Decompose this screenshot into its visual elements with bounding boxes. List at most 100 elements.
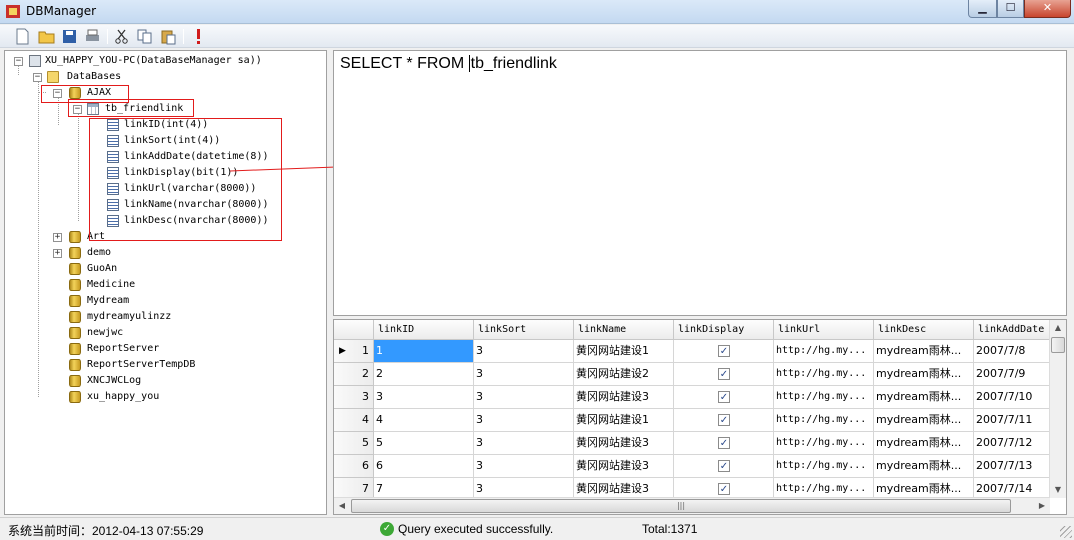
cell-linkDesc[interactable]: mydream雨林... [874,363,974,386]
scroll-down-button[interactable]: ▼ [1050,482,1066,498]
cell-linkDisplay[interactable]: ✓ [674,455,774,478]
tree-db-node[interactable]: xu_happy_you [53,389,203,405]
display-checkbox[interactable]: ✓ [718,391,730,403]
tree-db-node[interactable]: newjwc [53,325,203,341]
cell-linkID[interactable]: 2 [374,363,474,386]
copy-icon[interactable] [136,28,153,45]
row-header[interactable]: 4 [334,409,374,432]
query-editor[interactable]: SELECT * FROM tb_friendlink [333,50,1067,316]
scroll-left-button[interactable]: ◀ [334,498,350,514]
database-tree[interactable]: − XU_HAPPY_YOU-PC(DataBaseManager sa)) −… [4,50,327,515]
cell-linkID[interactable]: 3 [374,386,474,409]
cell-linkAddDate[interactable]: 2007/7/8 [974,340,1050,363]
cell-linkAddDate[interactable]: 2007/7/9 [974,363,1050,386]
cell-linkName[interactable]: 黄冈网站建设3 [574,432,674,455]
display-checkbox[interactable]: ✓ [718,460,730,472]
cell-linkUrl[interactable]: http://hg.my... [774,340,874,363]
display-checkbox[interactable]: ✓ [718,414,730,426]
execute-icon[interactable] [190,28,207,45]
cell-linkSort[interactable]: 3 [474,409,574,432]
cell-linkUrl[interactable]: http://hg.my... [774,409,874,432]
tree-db-node[interactable]: Mydream [53,293,203,309]
column-header[interactable]: linkUrl [774,320,874,340]
cell-linkName[interactable]: 黄冈网站建设3 [574,455,674,478]
cell-linkID[interactable]: 6 [374,455,474,478]
cell-linkDisplay[interactable]: ✓ [674,409,774,432]
row-header[interactable]: 3 [334,386,374,409]
tree-databases-folder[interactable]: − DataBases [33,69,233,85]
collapse-toggle[interactable]: − [14,57,23,66]
column-header[interactable]: linkID [374,320,474,340]
paste-icon[interactable] [160,28,177,45]
tree-db-node[interactable]: ReportServer [53,341,203,357]
display-checkbox[interactable]: ✓ [718,368,730,380]
results-grid[interactable]: linkID linkSort linkName linkDisplay lin… [333,319,1067,515]
row-header[interactable]: ▶ 1 [334,340,374,363]
scroll-right-button[interactable]: ▶ [1034,498,1050,514]
print-icon[interactable] [84,28,101,45]
new-icon[interactable] [14,28,31,45]
display-checkbox[interactable]: ✓ [718,483,730,495]
cell-linkAddDate[interactable]: 2007/7/12 [974,432,1050,455]
cell-linkDesc[interactable]: mydream雨林... [874,409,974,432]
column-header[interactable]: linkAddDate [974,320,1050,340]
row-header[interactable]: 5 [334,432,374,455]
close-button[interactable]: ✕ [1024,0,1071,18]
cut-icon[interactable] [113,28,130,45]
cell-linkAddDate[interactable]: 2007/7/13 [974,455,1050,478]
cell-linkSort[interactable]: 3 [474,432,574,455]
cell-linkDisplay[interactable]: ✓ [674,340,774,363]
cell-linkUrl[interactable]: http://hg.my... [774,455,874,478]
column-header[interactable]: linkDisplay [674,320,774,340]
cell-linkUrl[interactable]: http://hg.my... [774,363,874,386]
cell-linkUrl[interactable]: http://hg.my... [774,386,874,409]
column-header[interactable]: linkSort [474,320,574,340]
cell-linkName[interactable]: 黄冈网站建设2 [574,363,674,386]
tree-server-node[interactable]: − XU_HAPPY_YOU-PC(DataBaseManager sa)) [13,53,323,69]
cell-linkDisplay[interactable]: ✓ [674,363,774,386]
cell-linkID[interactable]: 1 [374,340,474,363]
open-icon[interactable] [38,28,55,45]
vertical-scrollbar[interactable]: ▲ ▼ [1049,320,1066,498]
cell-linkDesc[interactable]: mydream雨林... [874,455,974,478]
row-header[interactable]: 6 [334,455,374,478]
display-checkbox[interactable]: ✓ [718,437,730,449]
cell-linkDesc[interactable]: mydream雨林... [874,432,974,455]
tree-db-node[interactable]: XNCJWCLog [53,373,203,389]
cell-linkUrl[interactable]: http://hg.my... [774,432,874,455]
cell-linkDisplay[interactable]: ✓ [674,432,774,455]
cell-linkName[interactable]: 黄冈网站建设1 [574,409,674,432]
cell-linkDisplay[interactable]: ✓ [674,386,774,409]
column-header[interactable]: linkName [574,320,674,340]
column-header[interactable]: linkDesc [874,320,974,340]
cell-linkName[interactable]: 黄冈网站建设3 [574,386,674,409]
maximize-button[interactable]: ☐ [997,0,1024,18]
expand-toggle[interactable]: + [53,233,62,242]
row-header[interactable]: 2 [334,363,374,386]
cell-linkSort[interactable]: 3 [474,386,574,409]
scroll-up-button[interactable]: ▲ [1050,320,1066,336]
cell-linkSort[interactable]: 3 [474,363,574,386]
tree-db-node[interactable]: + demo [53,245,203,261]
tree-db-node[interactable]: ReportServerTempDB [53,357,233,373]
cell-linkAddDate[interactable]: 2007/7/10 [974,386,1050,409]
save-icon[interactable] [61,28,78,45]
cell-linkAddDate[interactable]: 2007/7/11 [974,409,1050,432]
cell-linkSort[interactable]: 3 [474,340,574,363]
cell-linkID[interactable]: 4 [374,409,474,432]
horizontal-scroll-thumb[interactable]: ||| [351,499,1011,513]
cell-linkID[interactable]: 5 [374,432,474,455]
cell-linkDesc[interactable]: mydream雨林... [874,340,974,363]
tree-db-node[interactable]: Medicine [53,277,203,293]
collapse-toggle[interactable]: − [33,73,42,82]
cell-linkName[interactable]: 黄冈网站建设1 [574,340,674,363]
minimize-button[interactable]: ▁ [968,0,997,18]
vertical-scroll-thumb[interactable] [1051,337,1065,353]
tree-db-node[interactable]: mydreamyulinzz [53,309,203,325]
cell-linkSort[interactable]: 3 [474,455,574,478]
resize-grip[interactable] [1060,526,1072,538]
tree-db-node[interactable]: GuoAn [53,261,203,277]
cell-linkDesc[interactable]: mydream雨林... [874,386,974,409]
expand-toggle[interactable]: + [53,249,62,258]
display-checkbox[interactable]: ✓ [718,345,730,357]
